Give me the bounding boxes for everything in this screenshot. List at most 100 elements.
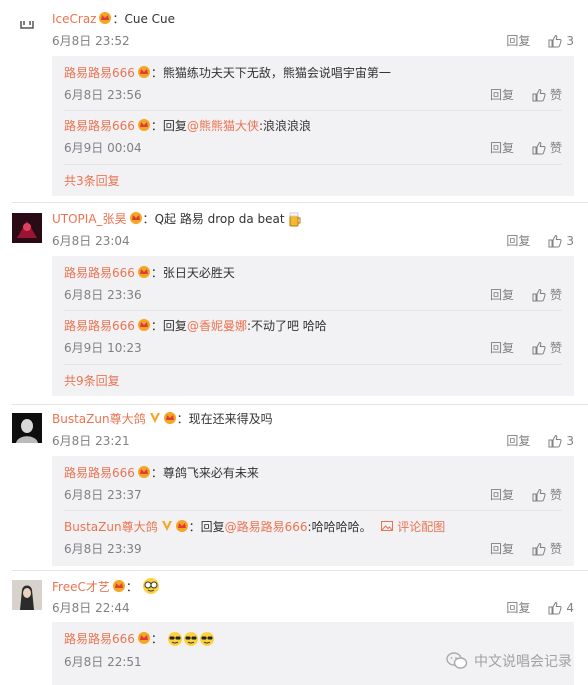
avatar[interactable]: [12, 213, 42, 243]
member-crown-icon: [137, 466, 150, 478]
reply-button[interactable]: 回复: [506, 233, 530, 249]
username[interactable]: UTOPIA_张昊: [52, 212, 127, 226]
like-label: 赞: [549, 341, 562, 355]
thumbs-up-icon: [548, 34, 562, 48]
like-label: 赞: [549, 488, 562, 502]
username[interactable]: BustaZun尊大鸽: [64, 520, 158, 534]
like-button[interactable]: 赞: [532, 287, 562, 303]
like-button[interactable]: 赞: [532, 541, 562, 557]
reply-text: :不动了吧 哈哈: [246, 319, 327, 333]
member-crown-icon: [112, 580, 125, 592]
avatar[interactable]: [12, 580, 42, 610]
thumbs-up-icon: [548, 434, 562, 448]
view-more-replies-link[interactable]: 共3条回复: [64, 173, 120, 189]
reply-text: 熊猫练功夫天下无敌，熊猫会说唱宇宙第一: [162, 66, 391, 80]
reply-button[interactable]: 回复: [490, 87, 514, 103]
sunglasses-emoji-icon: [199, 632, 214, 646]
nerd-glasses-emoji-icon: [142, 578, 159, 594]
timestamp: 6月8日 22:44: [52, 601, 130, 615]
avatar[interactable]: [12, 8, 42, 38]
comment-thread: BustaZun尊大鸽 ：现在还来得及吗 6月8日 23:21 回复 3 路易路易…: [0, 404, 588, 572]
member-crown-icon: [137, 66, 150, 78]
avatar[interactable]: [12, 413, 42, 443]
like-button[interactable]: 赞: [532, 340, 562, 356]
reply-list: 路易路易666 ：尊鸽飞来必有未来 6月8日 23:37 回复 赞 BustaZu…: [52, 456, 574, 566]
comment-text: Cue Cue: [124, 12, 176, 26]
reply-item: 路易路易666 ：张日天必胜天 6月8日 23:36 回复 赞: [64, 266, 562, 303]
timestamp: 6月8日 23:56: [64, 88, 142, 102]
username[interactable]: BustaZun尊大鸽: [52, 412, 146, 426]
image-icon: [381, 521, 394, 531]
reply-text: 张日天必胜天: [162, 266, 235, 280]
reply-prefix: 回复: [162, 319, 187, 333]
reply-text: 尊鸽飞来必有未来: [162, 466, 259, 480]
member-crown-icon: [137, 266, 150, 278]
sunglasses-emoji-icon: [167, 632, 182, 646]
timestamp: 6月8日 23:36: [64, 288, 142, 302]
mention-link[interactable]: @路易路易666: [225, 520, 308, 534]
like-count: 3: [566, 234, 574, 248]
like-button[interactable]: 赞: [532, 87, 562, 103]
divider: [64, 510, 562, 511]
comment-thread: UTOPIA_张昊 ：Q起 路易 drop da beat 6月8日 23:04 …: [0, 200, 588, 404]
view-more-replies-link[interactable]: 共9条回复: [64, 373, 120, 389]
mention-link[interactable]: @香妮曼娜: [187, 319, 247, 333]
thumbs-up-icon: [532, 88, 546, 102]
reply-button[interactable]: 回复: [490, 340, 514, 356]
username[interactable]: IceCraz: [52, 12, 96, 26]
reply-button[interactable]: 回复: [506, 433, 530, 449]
thumbs-up-icon: [532, 542, 546, 556]
username[interactable]: FreeC才艺: [52, 580, 110, 594]
thumbs-up-icon: [548, 601, 562, 615]
comment-image-label: 评论配图: [397, 520, 446, 534]
timestamp: 6月9日 00:04: [64, 141, 142, 155]
reply-button[interactable]: 回复: [506, 33, 530, 49]
like-label: 赞: [549, 141, 562, 155]
username[interactable]: 路易路易666: [64, 632, 135, 646]
reply-button[interactable]: 回复: [490, 287, 514, 303]
thumbs-up-icon: [548, 234, 562, 248]
reply-button[interactable]: 回复: [490, 140, 514, 156]
like-button[interactable]: 3: [548, 233, 574, 249]
verified-v-icon: [161, 521, 172, 531]
member-crown-icon: [137, 319, 150, 331]
like-button[interactable]: 3: [548, 33, 574, 49]
like-label: 赞: [549, 288, 562, 302]
like-button[interactable]: 赞: [532, 487, 562, 503]
reply-prefix: 回复: [200, 520, 225, 534]
username[interactable]: 路易路易666: [64, 66, 135, 80]
wechat-icon: [446, 652, 468, 669]
thumbs-up-icon: [532, 341, 546, 355]
like-count: 4: [566, 601, 574, 615]
divider: [64, 110, 562, 111]
reply-item: BustaZun尊大鸽 ：回复@路易路易666:哈哈哈哈。 评论配图 6月8日 2…: [64, 520, 562, 557]
reply-button[interactable]: 回复: [490, 487, 514, 503]
reply-prefix: 回复: [162, 119, 187, 133]
username[interactable]: 路易路易666: [64, 319, 135, 333]
like-button[interactable]: 赞: [532, 140, 562, 156]
member-crown-icon: [163, 412, 176, 424]
username[interactable]: 路易路易666: [64, 119, 135, 133]
divider: [12, 404, 588, 405]
reply-item: 路易路易666 ：回复@香妮曼娜:不动了吧 哈哈 6月9日 10:23 回复 赞: [64, 319, 562, 356]
username[interactable]: 路易路易666: [64, 466, 135, 480]
reply-list: 路易路易666 ：张日天必胜天 6月8日 23:36 回复 赞 路易路易666 ：回…: [52, 256, 574, 396]
username[interactable]: 路易路易666: [64, 266, 135, 280]
timestamp: 6月8日 23:37: [64, 488, 142, 502]
comment-image-link[interactable]: 评论配图: [381, 520, 445, 534]
mention-link[interactable]: @熊熊猫大侠: [187, 119, 259, 133]
timestamp: 6月8日 23:21: [52, 434, 130, 448]
divider: [12, 202, 588, 203]
reply-item: 路易路易666 ：尊鸽飞来必有未来 6月8日 23:37 回复 赞: [64, 466, 562, 503]
timestamp: 6月8日 22:51: [64, 655, 142, 669]
member-crown-icon: [99, 12, 112, 24]
reply-button[interactable]: 回复: [506, 600, 530, 616]
like-button[interactable]: 3: [548, 433, 574, 449]
thumbs-up-icon: [532, 141, 546, 155]
like-label: 赞: [549, 542, 562, 556]
reply-button[interactable]: 回复: [490, 541, 514, 557]
like-button[interactable]: 4: [548, 600, 574, 616]
reply-item: 路易路易666 ：回复@熊熊猫大侠:浪浪浪浪 6月9日 00:04 回复 赞: [64, 119, 562, 156]
comment-thread: IceCraz ：Cue Cue 6月8日 23:52 回复 3 路易路易666：…: [0, 0, 588, 200]
reply-list: 路易路易666 ：熊猫练功夫天下无敌，熊猫会说唱宇宙第一 6月8日 23:56 回…: [52, 56, 574, 196]
